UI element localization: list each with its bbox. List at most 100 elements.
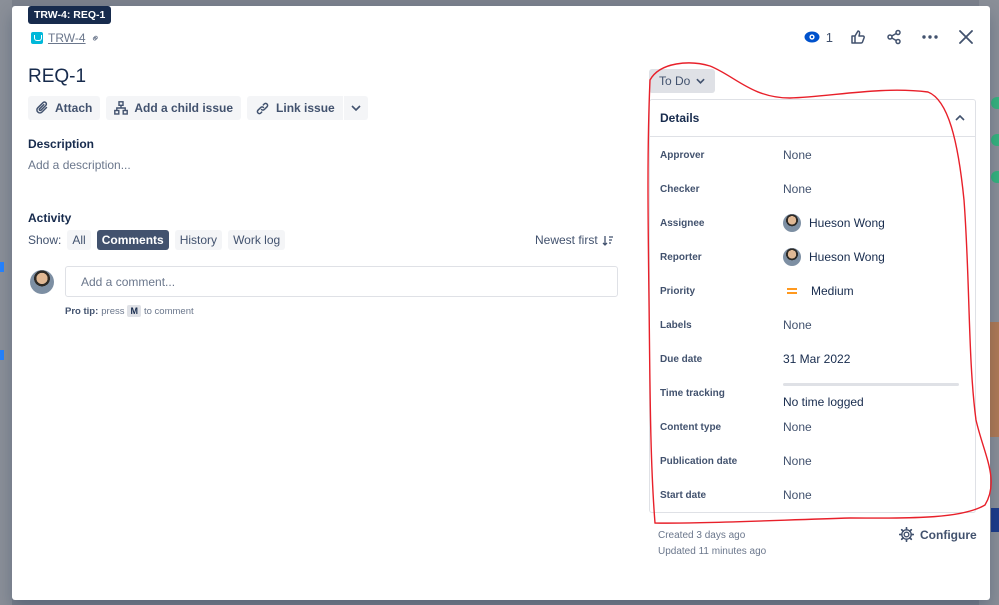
field-value: None	[783, 148, 812, 162]
share-icon	[887, 29, 901, 45]
field-priority[interactable]: Priority Medium	[650, 274, 975, 308]
field-value: Hueson Wong	[783, 214, 885, 232]
more-actions-button[interactable]	[919, 26, 941, 48]
field-value: 31 Mar 2022	[783, 352, 851, 366]
filter-all[interactable]: All	[67, 230, 91, 250]
field-assignee[interactable]: Assignee Hueson Wong	[650, 206, 975, 240]
watch-button[interactable]: 1	[804, 30, 833, 45]
field-label: Due date	[660, 353, 703, 365]
details-header[interactable]: Details	[650, 100, 975, 137]
link-issue-button[interactable]: Link issue	[247, 96, 343, 120]
gear-icon	[899, 527, 914, 542]
current-user-avatar	[30, 270, 54, 294]
protip-bold: Pro tip:	[65, 305, 99, 317]
priority-medium-icon	[787, 288, 797, 294]
field-reporter[interactable]: Reporter Hueson Wong	[650, 240, 975, 274]
field-value: No time logged	[783, 395, 864, 409]
link-issue-label: Link issue	[276, 101, 335, 115]
assignee-name: Hueson Wong	[809, 216, 885, 230]
field-label: Reporter	[660, 251, 702, 263]
configure-label: Configure	[920, 527, 977, 542]
protip-press: press	[101, 305, 125, 317]
backdrop-left	[0, 0, 12, 605]
time-tracking-bar	[783, 383, 959, 386]
field-content-type[interactable]: Content type None	[650, 410, 975, 444]
status-label: To Do	[659, 74, 691, 88]
comment-protip: Pro tip: press M to comment	[65, 305, 194, 317]
avatar	[783, 248, 801, 266]
field-label: Time tracking	[660, 387, 725, 399]
field-label: Publication date	[660, 455, 738, 467]
filter-comments[interactable]: Comments	[96, 230, 169, 250]
attach-label: Attach	[55, 101, 93, 115]
backdrop-marker	[0, 350, 4, 360]
sort-descending-icon	[602, 235, 613, 246]
backdrop-status-dot	[991, 134, 999, 146]
eye-icon	[804, 31, 820, 43]
field-value: Medium	[783, 284, 854, 298]
thumbs-up-icon	[851, 30, 865, 44]
field-labels[interactable]: Labels None	[650, 308, 975, 342]
backdrop-status-dot	[991, 171, 999, 183]
field-label: Labels	[660, 319, 692, 331]
avatar	[783, 214, 801, 232]
field-time-tracking[interactable]: Time tracking No time logged	[650, 376, 975, 410]
backdrop-block	[991, 508, 999, 532]
backdrop-status-dot	[991, 97, 999, 109]
add-child-issue-button[interactable]: Add a child issue	[106, 96, 242, 120]
close-button[interactable]	[955, 26, 977, 48]
reporter-name: Hueson Wong	[809, 250, 885, 264]
field-checker[interactable]: Checker None	[650, 172, 975, 206]
breadcrumb-issue-link[interactable]: TRW-4	[48, 31, 86, 45]
add-child-issue-label: Add a child issue	[134, 101, 234, 115]
sort-order-button[interactable]: Newest first	[535, 233, 614, 247]
field-start-date[interactable]: Start date None	[650, 478, 975, 512]
field-publication-date[interactable]: Publication date None	[650, 444, 975, 478]
status-dropdown[interactable]: To Do	[649, 69, 716, 93]
sort-order-label: Newest first	[535, 233, 598, 247]
field-value: Hueson Wong	[783, 248, 885, 266]
close-icon	[959, 30, 973, 44]
show-label: Show:	[28, 233, 62, 247]
more-toolbar-dropdown[interactable]	[343, 96, 368, 120]
field-approver[interactable]: Approver None	[650, 138, 975, 172]
created-timestamp: Created 3 days ago	[658, 530, 746, 541]
field-value: None	[783, 182, 812, 196]
field-label: Priority	[660, 285, 696, 297]
chevron-down-icon	[696, 78, 706, 84]
field-label: Assignee	[660, 217, 705, 229]
field-value: None	[783, 420, 812, 434]
description-placeholder[interactable]: Add a description...	[28, 158, 131, 172]
filter-history[interactable]: History	[174, 230, 223, 250]
chevron-down-icon	[351, 105, 361, 111]
priority-value: Medium	[811, 284, 854, 298]
breadcrumb: TRW-4 ⚭	[31, 31, 103, 46]
backdrop-marker	[0, 262, 4, 272]
configure-button[interactable]: Configure	[899, 527, 977, 542]
chevron-up-icon	[955, 115, 965, 121]
share-button[interactable]	[883, 26, 905, 48]
updated-timestamp: Updated 11 minutes ago	[658, 546, 767, 557]
field-label: Approver	[660, 149, 705, 161]
paperclip-icon	[36, 101, 48, 114]
activity-heading: Activity	[28, 211, 72, 225]
watch-count: 1	[825, 29, 833, 45]
link-issue-group: Link issue	[247, 96, 368, 120]
more-icon	[922, 35, 938, 39]
hierarchy-icon	[114, 101, 129, 115]
field-value: None	[783, 318, 812, 332]
comment-input[interactable]: Add a comment...	[65, 266, 618, 297]
field-due-date[interactable]: Due date 31 Mar 2022	[650, 342, 975, 376]
field-label: Content type	[660, 421, 722, 433]
issue-toolbar: Attach Add a child issue Link issue	[28, 96, 368, 120]
vote-button[interactable]	[847, 26, 869, 48]
issue-type-icon	[31, 32, 43, 44]
protip-key: M	[127, 305, 141, 317]
issue-title[interactable]: REQ-1	[28, 66, 86, 88]
protip-rest: to comment	[143, 305, 194, 317]
field-label: Checker	[660, 183, 700, 195]
description-heading: Description	[28, 137, 95, 151]
attach-button[interactable]: Attach	[28, 96, 101, 120]
filter-work-log[interactable]: Work log	[228, 230, 286, 250]
activity-filter: Show: All Comments History Work log	[28, 230, 286, 250]
